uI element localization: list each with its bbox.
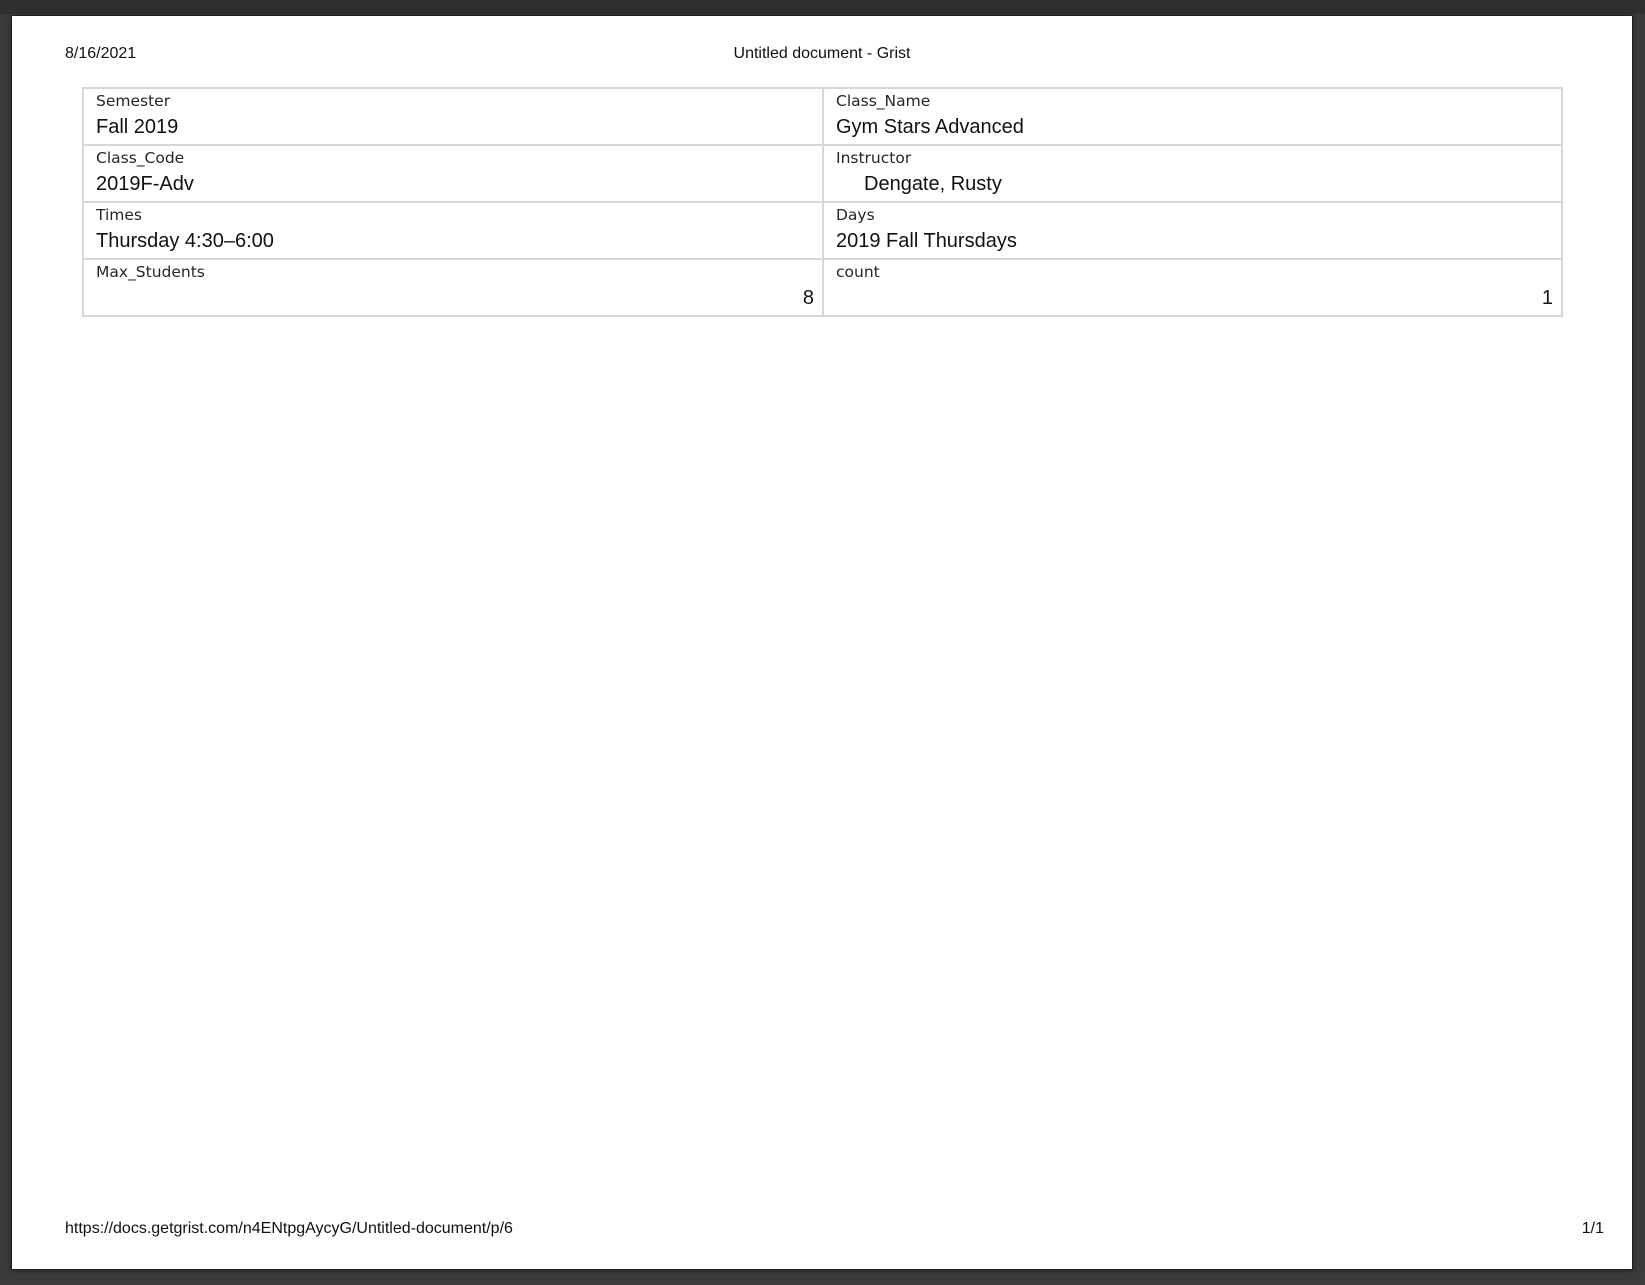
field-value: Thursday 4:30–6:00 xyxy=(96,230,274,252)
field-label: Instructor xyxy=(836,149,912,167)
field-label: Days xyxy=(836,206,875,224)
field-label: Max_Students xyxy=(96,263,205,281)
field-class-name: Class_Name Gym Stars Advanced xyxy=(824,89,1561,144)
card-row: Max_Students 8 count 1 xyxy=(84,260,1561,315)
field-label: count xyxy=(836,263,880,281)
field-semester: Semester Fall 2019 xyxy=(84,89,824,144)
field-label: Times xyxy=(96,206,143,224)
field-value: 2019 Fall Thursdays xyxy=(836,230,1017,252)
field-label: Class_Name xyxy=(836,92,931,110)
field-value: 8 xyxy=(802,287,814,309)
field-value: Fall 2019 xyxy=(96,116,179,138)
record-card: Semester Fall 2019 Class_Name Gym Stars … xyxy=(82,87,1563,317)
print-page: 8/16/2021 Untitled document - Grist Seme… xyxy=(12,16,1632,1269)
card-row: Times Thursday 4:30–6:00 Days 2019 Fall … xyxy=(84,203,1561,260)
document-title: Untitled document - Grist xyxy=(733,45,911,62)
viewer-top-bar xyxy=(0,0,1645,14)
field-value: 2019F-Adv xyxy=(96,173,194,195)
field-value: Gym Stars Advanced xyxy=(836,116,1024,138)
field-max-students: Max_Students 8 xyxy=(84,260,824,315)
field-value: Dengate, Rusty xyxy=(864,173,1002,195)
card-row: Semester Fall 2019 Class_Name Gym Stars … xyxy=(84,89,1561,146)
field-label: Class_Code xyxy=(96,149,185,167)
card-row: Class_Code 2019F-Adv Instructor Dengate,… xyxy=(84,146,1561,203)
field-days: Days 2019 Fall Thursdays xyxy=(824,203,1561,258)
page-url: https://docs.getgrist.com/n4ENtpgAycyG/U… xyxy=(65,1220,513,1237)
page-number: 1/1 xyxy=(1581,1220,1604,1237)
field-label: Semester xyxy=(96,92,171,110)
field-value: 1 xyxy=(1541,287,1553,309)
field-instructor: Instructor Dengate, Rusty xyxy=(824,146,1561,201)
field-count: count 1 xyxy=(824,260,1561,315)
field-times: Times Thursday 4:30–6:00 xyxy=(84,203,824,258)
field-class-code: Class_Code 2019F-Adv xyxy=(84,146,824,201)
